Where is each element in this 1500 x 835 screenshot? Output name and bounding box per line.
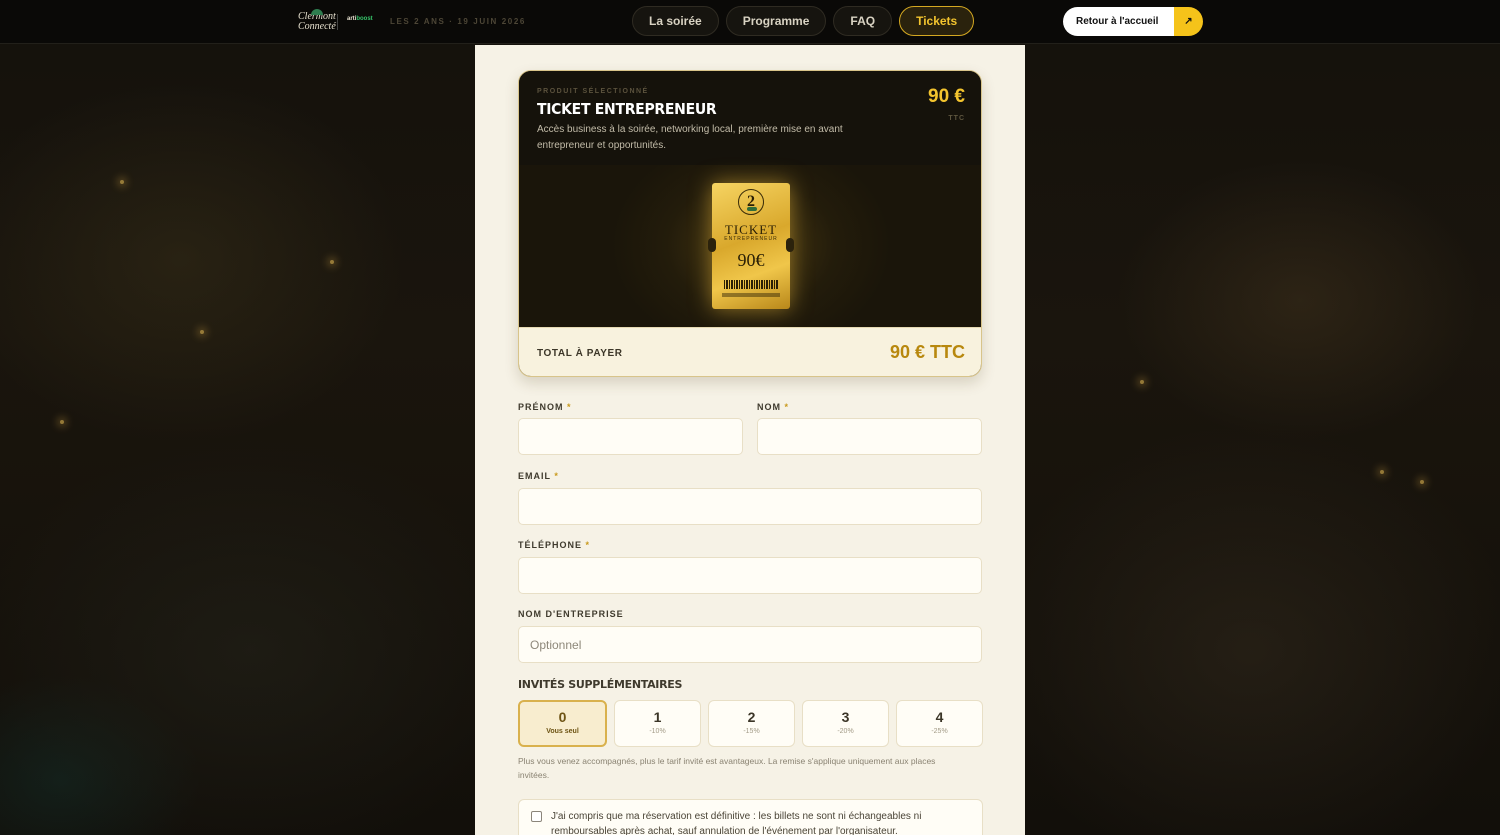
guest-discount: -15% [743,728,760,735]
required-mark: * [585,540,591,550]
guest-count: 4 [935,709,944,725]
background-light [1140,380,1144,384]
guest-discount: Vous seul [546,728,579,735]
selected-product-card: PRODUIT SÉLECTIONNÉ TICKET ENTREPRENEUR … [518,70,982,377]
background-light [120,180,124,184]
total-value: 90 € TTC [889,342,965,362]
telephone-label: TÉLÉPHONE * [518,540,590,550]
nav-faq[interactable]: FAQ [833,6,893,36]
background-light [1420,480,1424,484]
main-nav: La soirée Programme FAQ Tickets [632,6,975,36]
ticket-subtitle: ENTREPRENEUR [724,236,778,242]
guest-option-4[interactable]: 4 -25% [896,700,983,747]
telephone-label-text: TÉLÉPHONE [518,540,583,550]
artiboost-logo[interactable]: artiboost [347,16,373,22]
email-label: EMAIL * [518,471,559,481]
email-label-text: EMAIL [518,471,551,481]
guest-discount: -20% [837,728,854,735]
nom-label: NOM * [757,402,789,412]
ticket-price: 90€ [737,250,765,270]
required-mark: * [554,471,559,481]
background-light [200,330,204,334]
product-kicker: PRODUIT SÉLECTIONNÉ [537,88,649,95]
guest-option-1[interactable]: 1 -10% [614,700,701,747]
consent-checkbox[interactable] [531,811,542,822]
guests-note: Plus vous venez accompagnés, plus le tar… [518,756,936,780]
logo-divider [337,14,338,30]
checkout-panel: PRODUIT SÉLECTIONNÉ TICKET ENTREPRENEUR … [475,45,1025,835]
nav-programme[interactable]: Programme [725,6,827,36]
logo-boost-text: boost [356,16,373,22]
prenom-label: PRÉNOM * [518,402,572,412]
product-price-note: TTC [948,115,965,122]
product-description: Accès business à la soirée, networking l… [537,124,843,151]
guest-option-0[interactable]: 0 Vous seul [518,700,607,747]
nom-input[interactable] [757,418,982,455]
back-button-label: Retour à l'accueil [1063,7,1174,36]
guest-discount: -10% [649,728,666,735]
background-light [330,260,334,264]
consent-box: J'ai compris que ma réservation est défi… [518,799,983,835]
barcode-icon [724,280,778,289]
guest-option-2[interactable]: 2 -15% [708,700,795,747]
arrow-up-right-icon: ↗ [1174,7,1203,36]
total-label: TOTAL À PAYER [537,348,623,359]
email-input[interactable] [518,488,982,525]
telephone-input[interactable] [518,557,982,594]
clermont-connecte-logo[interactable]: Clermont Connecté [298,9,336,32]
product-header: PRODUIT SÉLECTIONNÉ TICKET ENTREPRENEUR … [519,71,981,165]
guest-count: 3 [841,709,850,725]
guest-count: 2 [747,709,756,725]
logo-arti-text: arti [347,16,357,22]
prenom-label-text: PRÉNOM [518,402,564,412]
event-date-info: LES 2 ANS · 19 JUIN 2026 [390,17,526,26]
prenom-input[interactable] [518,418,743,455]
product-price: 90 € [928,86,965,107]
leaf-icon [311,9,323,15]
anniversary-emblem-icon: 2 [738,189,764,215]
guest-option-3[interactable]: 3 -20% [802,700,889,747]
nom-label-text: NOM [757,402,781,412]
consent-text[interactable]: J'ai compris que ma réservation est défi… [551,809,971,835]
ticket-footer [722,293,780,297]
guests-selector: 0 Vous seul 1 -10% 2 -15% 3 -20% 4 -25% [518,700,983,747]
golden-ticket-image: 2 TICKET ENTREPRENEUR 90€ [708,183,794,309]
back-to-home-button[interactable]: Retour à l'accueil ↗ [1063,7,1203,36]
required-mark: * [567,402,572,412]
ticket-visual: 2 TICKET ENTREPRENEUR 90€ [519,165,981,327]
top-navigation-bar: Clermont Connecté artiboost LES 2 ANS · … [0,0,1500,44]
entreprise-label: NOM D'ENTREPRISE [518,609,624,619]
guests-section-title: INVITÉS SUPPLÉMENTAIRES [518,678,683,691]
nav-la-soiree[interactable]: La soirée [632,6,719,36]
product-title: TICKET ENTREPRENEUR [537,101,717,119]
entreprise-input[interactable]: Optionnel [518,626,982,663]
guest-count: 1 [653,709,662,725]
total-row: TOTAL À PAYER 90 € TTC [519,327,981,376]
guest-count: 0 [558,709,567,725]
required-mark: * [784,402,790,412]
guest-discount: -25% [931,728,948,735]
background-light [60,420,64,424]
nav-tickets[interactable]: Tickets [899,6,975,36]
background-light [1380,470,1384,474]
